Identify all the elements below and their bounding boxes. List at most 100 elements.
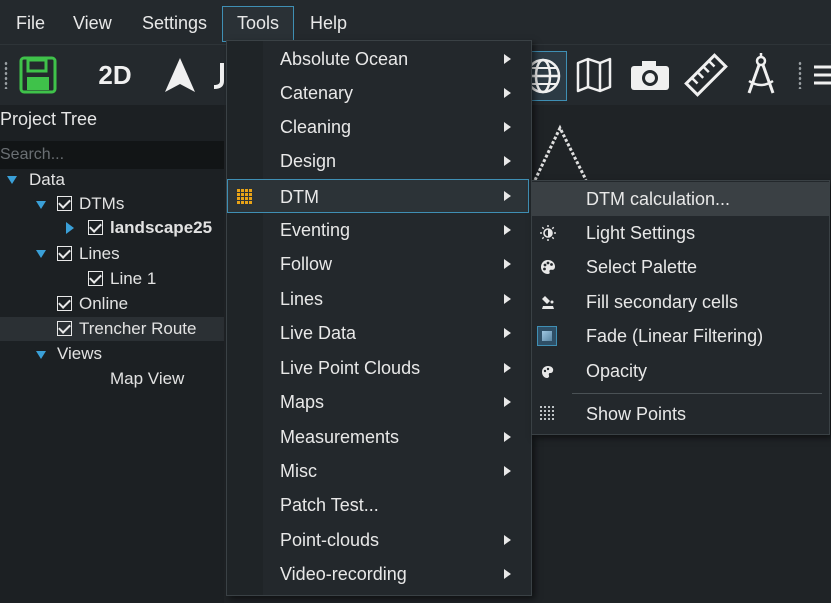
tree-search-input[interactable] bbox=[0, 141, 224, 169]
grid-icon bbox=[237, 189, 252, 204]
menu-item-label: Follow bbox=[280, 254, 333, 274]
tree-node-online[interactable]: Online bbox=[79, 292, 128, 316]
menu-item-video-recording[interactable]: Video-recording bbox=[227, 557, 529, 591]
ruler-button[interactable] bbox=[682, 51, 730, 99]
submenu-arrow-icon bbox=[504, 54, 511, 64]
menu-item-label: Eventing bbox=[280, 220, 351, 240]
expand-lines-icon[interactable] bbox=[36, 250, 46, 258]
menu-settings[interactable]: Settings bbox=[134, 6, 215, 40]
expand-data-icon[interactable] bbox=[7, 176, 17, 184]
menu-item-measurements[interactable]: Measurements bbox=[227, 420, 529, 454]
save-button[interactable] bbox=[14, 51, 62, 99]
menu-item-label: Misc bbox=[280, 461, 317, 481]
submenu-item-select-palette[interactable]: Select Palette bbox=[532, 250, 829, 284]
menu-item-absolute-ocean[interactable]: Absolute Ocean bbox=[227, 42, 529, 76]
north-arrow-button[interactable] bbox=[158, 51, 202, 99]
submenu-arrow-icon bbox=[504, 363, 511, 373]
menu-item-follow[interactable]: Follow bbox=[227, 247, 529, 281]
menu-item-label: Live Data bbox=[280, 323, 357, 343]
tree-node-map-view[interactable]: Map View bbox=[110, 367, 184, 391]
tree-node-lines[interactable]: Lines bbox=[79, 242, 120, 266]
tree-node-dtms[interactable]: DTMs bbox=[79, 192, 124, 216]
submenu-item-label: Fill secondary cells bbox=[586, 292, 739, 312]
menu-item-label: Lines bbox=[280, 289, 324, 309]
menu-file[interactable]: File bbox=[8, 6, 53, 40]
submenu-item-fill-secondary-cells[interactable]: Fill secondary cells bbox=[532, 285, 829, 319]
menu-item-label: DTM bbox=[280, 187, 319, 207]
compass-button[interactable] bbox=[738, 51, 784, 99]
submenu-item-label: Opacity bbox=[586, 361, 648, 381]
menu-item-patch-test[interactable]: Patch Test... bbox=[227, 488, 529, 522]
palette-icon bbox=[541, 260, 555, 274]
tree-node-views[interactable]: Views bbox=[57, 342, 102, 366]
submenu-separator bbox=[572, 393, 822, 394]
light-icon bbox=[540, 225, 556, 241]
submenu-item-fade[interactable]: Fade (Linear Filtering) bbox=[532, 319, 829, 353]
partial-tool-icon bbox=[213, 63, 224, 89]
submenu-item-label: Light Settings bbox=[586, 223, 696, 243]
opacity-icon bbox=[542, 366, 554, 378]
fill-icon bbox=[542, 296, 554, 309]
menu-tools[interactable]: Tools bbox=[222, 6, 295, 42]
menu-item-label: Design bbox=[280, 151, 337, 171]
submenu-item-light-settings[interactable]: Light Settings bbox=[532, 216, 829, 250]
tree-node-landscape[interactable]: landscape25 bbox=[110, 216, 224, 240]
menu-item-label: Measurements bbox=[280, 427, 400, 447]
expand-views-icon[interactable] bbox=[36, 351, 46, 359]
save-icon bbox=[19, 56, 57, 94]
tools-menu: Absolute Ocean Catenary Cleaning Design … bbox=[226, 40, 532, 596]
menu-item-live-data[interactable]: Live Data bbox=[227, 316, 529, 350]
camera-button[interactable] bbox=[626, 51, 674, 99]
ruler-icon bbox=[684, 53, 728, 97]
overflow-tool-button[interactable] bbox=[808, 51, 831, 99]
lines-checkbox[interactable] bbox=[57, 246, 72, 261]
menu-help[interactable]: Help bbox=[302, 6, 355, 40]
landscape-checkbox[interactable] bbox=[88, 220, 103, 235]
submenu-arrow-icon bbox=[504, 191, 511, 201]
menu-item-catenary[interactable]: Catenary bbox=[227, 76, 529, 110]
menu-item-eventing[interactable]: Eventing bbox=[227, 213, 529, 247]
dtms-checkbox[interactable] bbox=[57, 196, 72, 211]
mode-2d-button[interactable]: 2D bbox=[88, 51, 142, 99]
map-button[interactable] bbox=[572, 51, 616, 99]
fade-icon bbox=[537, 326, 557, 346]
submenu-arrow-icon bbox=[504, 156, 511, 166]
submenu-arrow-icon bbox=[504, 569, 511, 579]
tree-node-data[interactable]: Data bbox=[29, 168, 65, 192]
menu-item-dtm[interactable]: DTM bbox=[227, 179, 529, 213]
submenu-item-label: Fade (Linear Filtering) bbox=[586, 326, 764, 346]
submenu-item-dtm-calculation[interactable]: DTM calculation... bbox=[532, 182, 829, 216]
menu-item-label: Patch Test... bbox=[280, 495, 379, 515]
menu-item-misc[interactable]: Misc bbox=[227, 454, 529, 488]
submenu-item-opacity[interactable]: Opacity bbox=[532, 354, 829, 388]
tree-node-line1[interactable]: Line 1 bbox=[110, 267, 156, 291]
expand-dtms-icon[interactable] bbox=[36, 201, 46, 209]
lines-icon bbox=[814, 65, 831, 85]
points-icon bbox=[540, 406, 554, 420]
toolbar-grip[interactable] bbox=[4, 61, 8, 89]
menu-item-label: Video-recording bbox=[280, 564, 407, 584]
line1-checkbox[interactable] bbox=[88, 271, 103, 286]
submenu-item-label: DTM calculation... bbox=[586, 189, 731, 209]
menu-item-live-point-clouds[interactable]: Live Point Clouds bbox=[227, 351, 529, 385]
menu-item-design[interactable]: Design bbox=[227, 144, 529, 178]
toolbar-grip-2[interactable] bbox=[798, 61, 802, 89]
expand-landscape-icon[interactable] bbox=[66, 222, 74, 234]
menu-view[interactable]: View bbox=[65, 6, 120, 40]
menu-item-cleaning[interactable]: Cleaning bbox=[227, 110, 529, 144]
submenu-arrow-icon bbox=[504, 397, 511, 407]
submenu-item-label: Show Points bbox=[586, 404, 687, 424]
submenu-item-show-points[interactable]: Show Points bbox=[532, 397, 829, 431]
trencher-checkbox[interactable] bbox=[57, 321, 72, 336]
menu-item-maps[interactable]: Maps bbox=[227, 385, 529, 419]
online-checkbox[interactable] bbox=[57, 296, 72, 311]
tree-node-trencher-route[interactable]: Trencher Route bbox=[79, 317, 196, 341]
project-tree-title: Project Tree bbox=[0, 109, 98, 129]
menu-item-point-clouds[interactable]: Point-clouds bbox=[227, 523, 529, 557]
submenu-arrow-icon bbox=[504, 466, 511, 476]
menu-item-lines[interactable]: Lines bbox=[227, 282, 529, 316]
menu-item-label: Cleaning bbox=[280, 117, 352, 137]
submenu-arrow-icon bbox=[504, 225, 511, 235]
submenu-arrow-icon bbox=[504, 259, 511, 269]
toolbar-partial-icon[interactable] bbox=[208, 51, 226, 99]
